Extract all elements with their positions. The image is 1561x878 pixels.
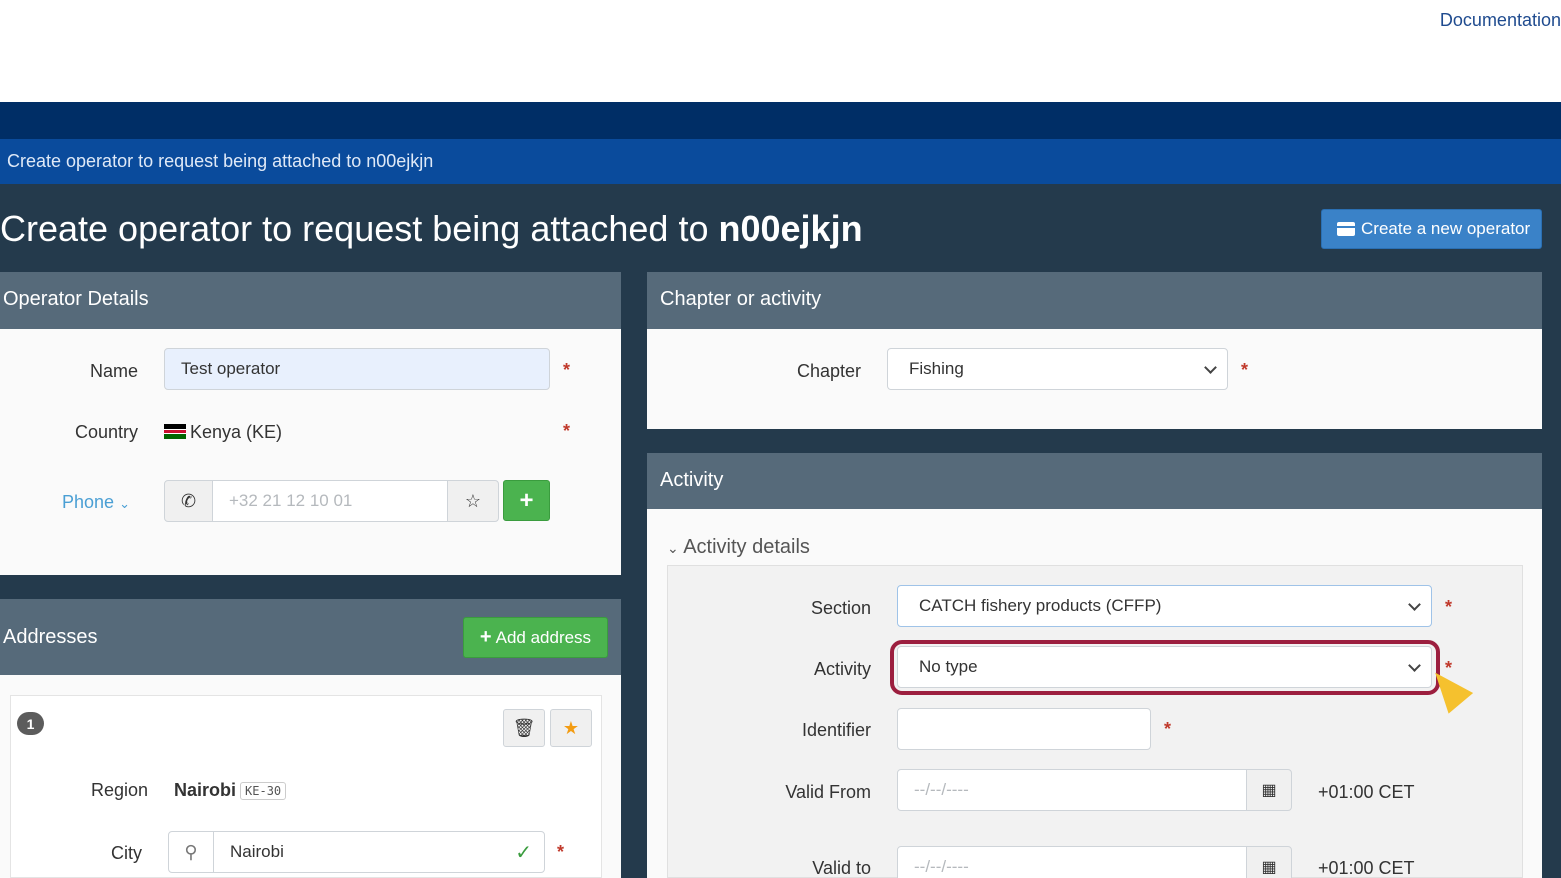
- country-label: Country: [74, 422, 138, 442]
- kenya-flag-icon: [164, 424, 186, 439]
- name-input[interactable]: Test operator: [164, 348, 550, 390]
- breadcrumb: Create operator to request being attache…: [0, 139, 1561, 184]
- identifier-input[interactable]: [897, 708, 1151, 750]
- identifier-required-mark: *: [1164, 719, 1172, 739]
- search-icon: ⚲: [168, 831, 214, 873]
- card-icon: [1337, 222, 1355, 236]
- city-required-mark: *: [557, 842, 565, 862]
- page-title-user: n00ejkjn: [718, 208, 863, 249]
- top-header: Documentation: [0, 0, 1561, 102]
- chapter-select[interactable]: Fishing: [887, 348, 1228, 390]
- chevron-down-icon: ⌄: [667, 540, 679, 556]
- city-input[interactable]: Nairobi ✓: [213, 831, 545, 873]
- chevron-down-icon: [1204, 361, 1217, 374]
- country-required-mark: *: [563, 421, 571, 441]
- address-number-badge: 1: [17, 712, 44, 735]
- city-label: City: [111, 843, 142, 863]
- phone-input[interactable]: +32 21 12 10 01: [212, 480, 448, 522]
- region-label: Region: [90, 780, 148, 800]
- chapter-value: Fishing: [909, 359, 964, 378]
- name-label: Name: [89, 361, 138, 381]
- activity-label: Activity: [813, 659, 871, 679]
- add-phone-button[interactable]: +: [503, 480, 550, 521]
- region-code: KE-30: [240, 782, 287, 801]
- region-name: Nairobi: [174, 780, 237, 800]
- plus-icon: +: [479, 626, 492, 648]
- valid-to-label: Valid to: [812, 858, 871, 878]
- chapter-required-mark: *: [1241, 360, 1249, 380]
- chapter-label: Chapter: [796, 361, 861, 381]
- valid-to-input[interactable]: --/--/----: [897, 846, 1247, 878]
- trash-icon[interactable]: 🗑: [503, 709, 545, 747]
- operator-details-title: Operator Details: [3, 288, 149, 310]
- valid-to-placeholder: --/--/----: [914, 857, 969, 876]
- create-operator-button[interactable]: Create a new operator: [1321, 209, 1542, 249]
- add-address-button[interactable]: + Add address: [463, 617, 608, 658]
- calendar-icon[interactable]: ▦: [1246, 846, 1292, 878]
- documentation-link[interactable]: Documentation: [1440, 10, 1561, 31]
- activity-title: Activity: [660, 469, 724, 491]
- chevron-down-icon: ⌄: [119, 496, 130, 511]
- phone-placeholder: +32 21 12 10 01: [229, 491, 353, 510]
- calendar-icon[interactable]: ▦: [1246, 769, 1292, 811]
- section-label: Section: [810, 598, 871, 618]
- valid-from-timezone: +01:00 CET: [1318, 782, 1415, 802]
- create-operator-label: Create a new operator: [1361, 219, 1531, 238]
- chevron-down-icon: [1408, 598, 1421, 611]
- phone-icon: ✆: [164, 480, 213, 522]
- addresses-title: Addresses: [3, 626, 98, 648]
- phone-type-dropdown[interactable]: Phone ⌄: [62, 492, 130, 513]
- activity-header: Activity: [647, 453, 1542, 509]
- valid-from-input[interactable]: --/--/----: [897, 769, 1247, 811]
- nav-band: [0, 102, 1561, 139]
- country-value: Kenya (KE): [190, 422, 283, 442]
- add-address-label: Add address: [495, 627, 592, 647]
- name-required-mark: *: [563, 360, 571, 380]
- page-title-prefix: Create operator to request being attache…: [0, 208, 709, 249]
- section-required-mark: *: [1445, 597, 1453, 617]
- check-icon: ✓: [515, 841, 532, 864]
- chapter-title: Chapter or activity: [660, 288, 822, 310]
- chapter-header: Chapter or activity: [647, 272, 1542, 329]
- activity-details-label: Activity details: [683, 536, 810, 558]
- region-value: Nairobi KE-30: [174, 780, 287, 801]
- section-value: CATCH fishery products (CFFP): [919, 596, 1162, 615]
- page-title: Create operator to request being attache…: [0, 208, 863, 250]
- valid-to-timezone: +01:00 CET: [1318, 858, 1415, 878]
- activity-details-toggle[interactable]: ⌄ Activity details: [667, 536, 810, 559]
- valid-from-placeholder: --/--/----: [914, 780, 969, 799]
- activity-highlight-outline: [890, 640, 1440, 695]
- identifier-label: Identifier: [801, 720, 871, 740]
- city-value: Nairobi: [230, 842, 284, 861]
- phone-label: Phone: [62, 492, 115, 512]
- star-filled-icon[interactable]: ★: [550, 709, 592, 747]
- name-value: Test operator: [181, 359, 281, 378]
- star-icon[interactable]: ☆: [447, 480, 499, 522]
- operator-details-header: Operator Details: [0, 272, 621, 329]
- section-select[interactable]: CATCH fishery products (CFFP): [897, 585, 1432, 627]
- valid-from-label: Valid From: [785, 782, 871, 802]
